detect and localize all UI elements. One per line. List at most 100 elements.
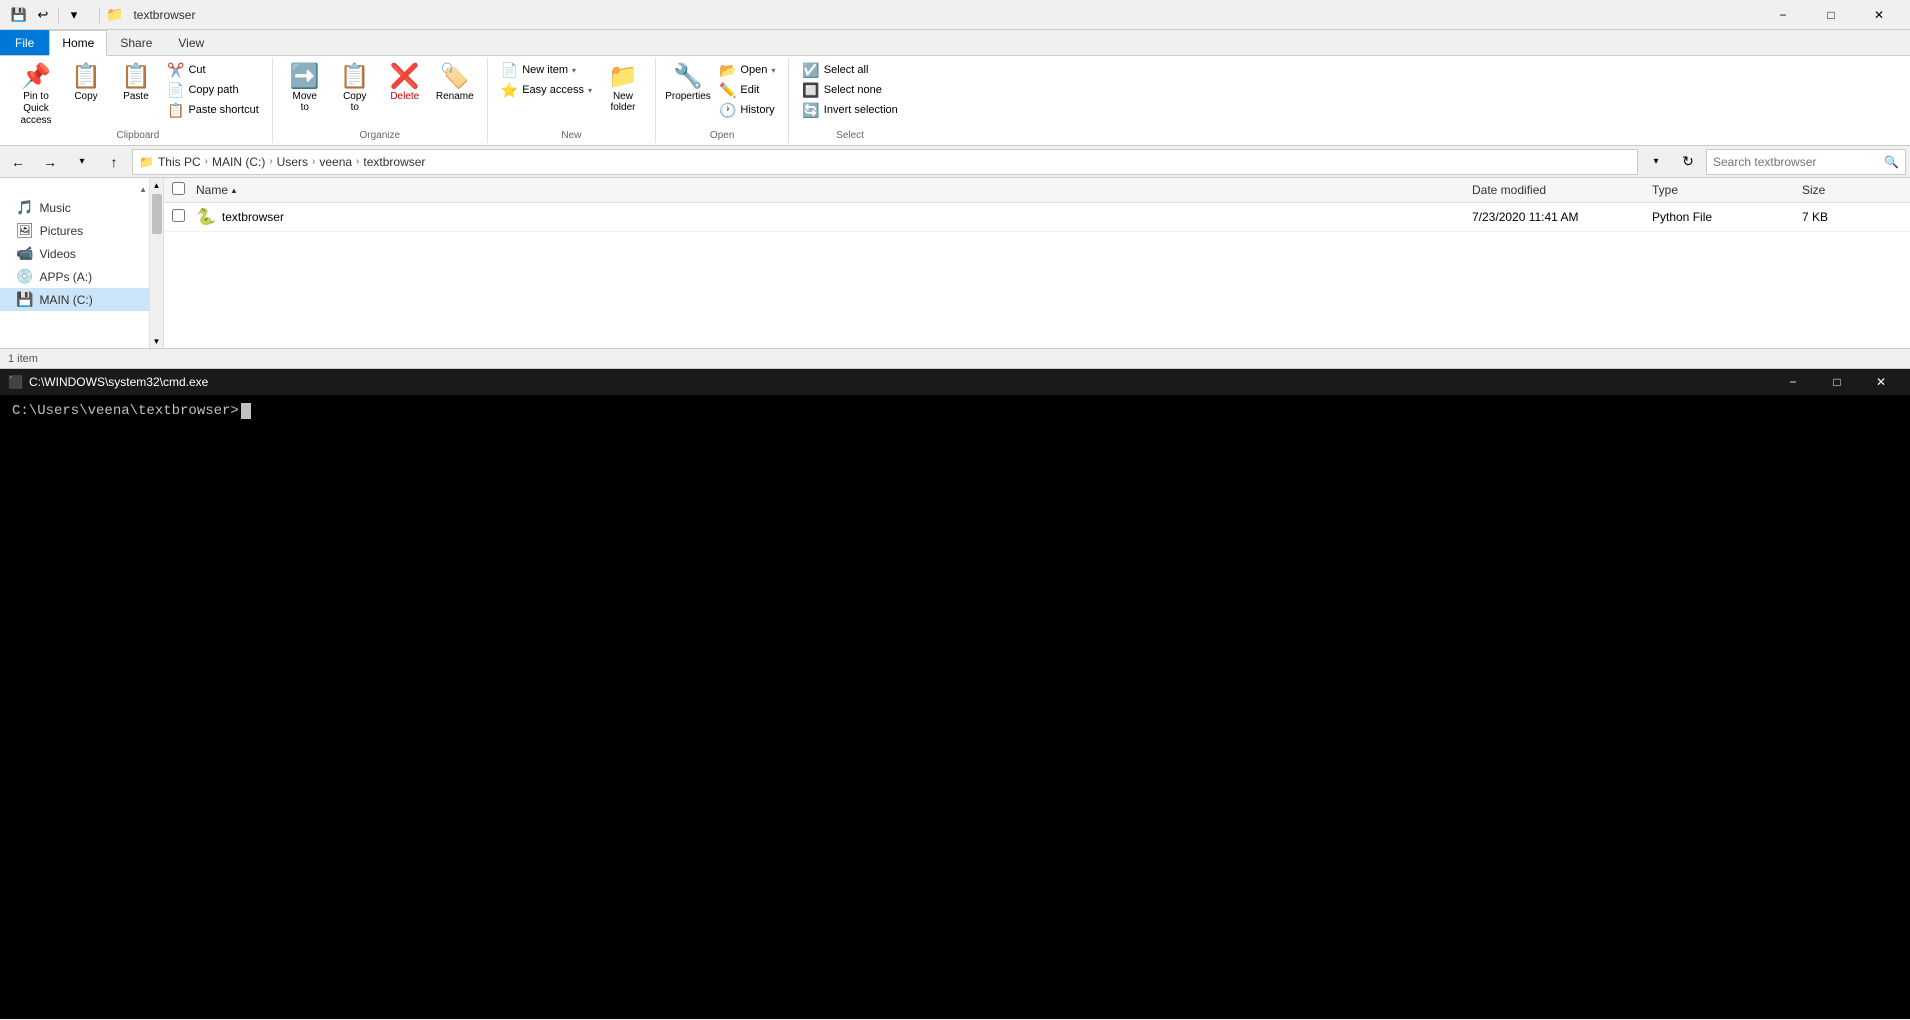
videos-icon: 📹 [16, 245, 33, 262]
sidebar-item-pictures[interactable]: 🖼 Pictures [0, 219, 149, 242]
qat-save-button[interactable]: 💾 [8, 4, 30, 26]
edit-button[interactable]: ✏️ Edit [714, 80, 780, 100]
apps-icon: 💿 [16, 268, 33, 285]
pin-to-quick-access-button[interactable]: 📌 Pin to Quickaccess [12, 60, 60, 130]
col-date-label: Date modified [1472, 183, 1546, 197]
pin-label: Pin to Quickaccess [15, 91, 57, 127]
row-checkbox[interactable] [172, 209, 185, 222]
pin-icon: 📌 [21, 65, 51, 89]
new-folder-button[interactable]: 📁 Newfolder [599, 60, 647, 120]
select-all-icon: ☑️ [802, 62, 819, 79]
breadcrumb-this-pc[interactable]: This PC [158, 155, 201, 169]
tab-file[interactable]: File [0, 29, 49, 55]
sidebar-scroll-down-btn[interactable]: ▼ [150, 334, 163, 348]
window-maximize-button[interactable]: □ [1808, 0, 1854, 30]
easy-access-button[interactable]: ⭐ Easy access ▾ [496, 80, 597, 100]
delete-button[interactable]: ❌ Delete [381, 60, 429, 120]
open-button[interactable]: 📂 Open ▾ [714, 60, 780, 80]
sidebar: ▲ 🎵 Music 🖼 Pictures 📹 Videos 💿 APPs (A:… [0, 178, 150, 348]
col-name-header[interactable]: Name ▲ [196, 183, 1472, 197]
select-content: ☑️ Select all 🔲 Select none 🔄 Invert sel… [797, 60, 902, 130]
select-all-button[interactable]: ☑️ Select all [797, 60, 902, 80]
breadcrumb-veena[interactable]: veena [319, 155, 352, 169]
sidebar-item-apps-a[interactable]: 💿 APPs (A:) [0, 265, 149, 288]
cmd-icon: ⬛ [8, 375, 23, 389]
history-label: History [740, 104, 774, 116]
tab-view[interactable]: View [165, 29, 217, 55]
cut-icon: ✂️ [167, 62, 184, 79]
qat-separator [58, 7, 59, 23]
cmd-controls: − □ ✕ [1772, 369, 1902, 395]
col-type-header[interactable]: Type [1652, 183, 1802, 197]
copy-to-button[interactable]: 📋 Copyto [331, 60, 379, 120]
tab-home[interactable]: Home [49, 30, 107, 56]
search-box[interactable]: 🔍 [1706, 149, 1906, 175]
window-controls: − □ ✕ [1760, 0, 1902, 30]
paste-shortcut-label: Paste shortcut [188, 104, 258, 116]
breadcrumb: 📁 This PC › MAIN (C:) › Users › veena › … [132, 149, 1638, 175]
file-name-cell: 🐍 textbrowser [196, 207, 1472, 227]
open-icon: 📂 [719, 62, 736, 79]
select-all-checkbox[interactable] [172, 182, 185, 195]
new-folder-label: Newfolder [610, 91, 635, 113]
table-row[interactable]: 🐍 textbrowser 7/23/2020 11:41 AM Python … [164, 203, 1910, 232]
breadcrumb-textbrowser[interactable]: textbrowser [363, 155, 425, 169]
copy-button[interactable]: 📋 Copy [62, 60, 110, 120]
properties-button[interactable]: 🔧 Properties [664, 60, 712, 120]
sidebar-scroll-thumb[interactable] [152, 194, 162, 234]
paste-shortcut-button[interactable]: 📋 Paste shortcut [162, 100, 264, 120]
address-bar: ← → ▾ ↑ 📁 This PC › MAIN (C:) › Users › … [0, 146, 1910, 178]
select-none-button[interactable]: 🔲 Select none [797, 80, 902, 100]
invert-icon: 🔄 [802, 102, 819, 119]
sidebar-scroll-up[interactable]: ▲ [0, 182, 149, 196]
window-close-button[interactable]: ✕ [1856, 0, 1902, 30]
copy-path-icon: 📄 [167, 82, 184, 99]
cmd-maximize-button[interactable]: □ [1816, 369, 1858, 395]
col-name-sort-icon: ▲ [230, 186, 238, 195]
delete-label: Delete [390, 91, 419, 102]
rename-button[interactable]: 🏷️ Rename [431, 60, 479, 120]
refresh-button[interactable]: ↻ [1674, 149, 1702, 175]
move-to-button[interactable]: ➡️ Moveto [281, 60, 329, 120]
file-date-cell: 7/23/2020 11:41 AM [1472, 210, 1652, 224]
breadcrumb-folder-icon: 📁 [139, 155, 154, 169]
window-minimize-button[interactable]: − [1760, 0, 1806, 30]
sidebar-scroll-up-btn[interactable]: ▲ [150, 178, 163, 192]
cut-button[interactable]: ✂️ Cut [162, 60, 264, 80]
forward-button[interactable]: → [36, 149, 64, 175]
cmd-close-button[interactable]: ✕ [1860, 369, 1902, 395]
history-button[interactable]: 🕐 History [714, 100, 780, 120]
search-input[interactable] [1713, 155, 1880, 169]
tab-share[interactable]: Share [107, 29, 165, 55]
ribbon-group-organize: ➡️ Moveto 📋 Copyto ❌ Delete 🏷️ Rename Or… [273, 58, 488, 143]
sidebar-item-main-c[interactable]: 💾 MAIN (C:) [0, 288, 149, 311]
sidebar-item-videos[interactable]: 📹 Videos [0, 242, 149, 265]
col-size-header[interactable]: Size [1802, 183, 1902, 197]
title-bar: 💾 ↩ ▾ 📁 textbrowser − □ ✕ [0, 0, 1910, 30]
cmd-minimize-button[interactable]: − [1772, 369, 1814, 395]
breadcrumb-users[interactable]: Users [277, 155, 308, 169]
sidebar-scrollbar[interactable]: ▲ ▼ [150, 178, 164, 348]
new-item-button[interactable]: 📄 New item ▾ [496, 60, 597, 80]
ribbon-group-new: 📄 New item ▾ ⭐ Easy access ▾ 📁 Newfolder… [488, 58, 656, 143]
sidebar-item-music[interactable]: 🎵 Music [0, 196, 149, 219]
ribbon: 📌 Pin to Quickaccess 📋 Copy 📋 Paste ✂️ C… [0, 56, 1910, 146]
qat-undo-button[interactable]: ↩ [32, 4, 54, 26]
clipboard-content: 📌 Pin to Quickaccess 📋 Copy 📋 Paste ✂️ C… [12, 60, 264, 130]
file-size-cell: 7 KB [1802, 210, 1902, 224]
recent-button[interactable]: ▾ [68, 149, 96, 175]
edit-icon: ✏️ [719, 82, 736, 99]
move-to-label: Moveto [293, 91, 317, 113]
breadcrumb-dropdown-button[interactable]: ▾ [1642, 149, 1670, 175]
up-button[interactable]: ↑ [100, 149, 128, 175]
col-date-header[interactable]: Date modified [1472, 183, 1652, 197]
invert-selection-button[interactable]: 🔄 Invert selection [797, 100, 902, 120]
copy-path-button[interactable]: 📄 Copy path [162, 80, 264, 100]
back-button[interactable]: ← [4, 149, 32, 175]
qat-dropdown-button[interactable]: ▾ [63, 4, 85, 26]
breadcrumb-main-c[interactable]: MAIN (C:) [212, 155, 265, 169]
ribbon-group-clipboard: 📌 Pin to Quickaccess 📋 Copy 📋 Paste ✂️ C… [4, 58, 273, 143]
cmd-prompt-line: C:\Users\veena\textbrowser> [12, 403, 1898, 419]
paste-button[interactable]: 📋 Paste [112, 60, 160, 120]
cmd-prompt-text: C:\Users\veena\textbrowser> [12, 403, 239, 419]
